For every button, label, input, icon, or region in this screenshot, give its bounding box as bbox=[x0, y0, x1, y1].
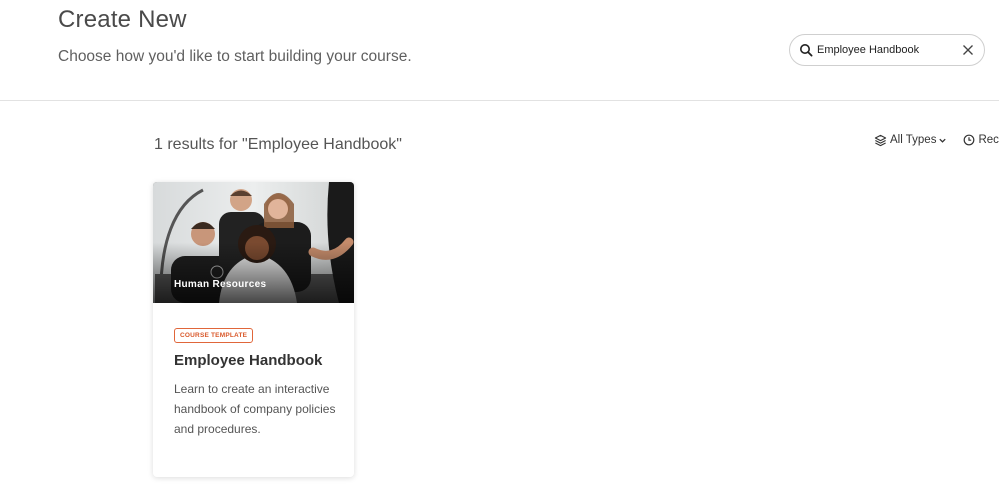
layers-icon bbox=[874, 134, 887, 146]
sort-filter-label: Rece bbox=[978, 134, 999, 146]
card-title: Employee Handbook bbox=[174, 352, 323, 369]
search-box[interactable] bbox=[789, 34, 985, 66]
search-icon bbox=[800, 44, 813, 57]
results-summary: 1 results for "Employee Handbook" bbox=[154, 136, 402, 153]
page-header: Create New Choose how you'd like to star… bbox=[0, 0, 999, 101]
close-icon[interactable] bbox=[962, 44, 974, 56]
card-description: Learn to create an interactive handbook … bbox=[174, 382, 336, 436]
clock-icon bbox=[964, 134, 975, 146]
card-thumbnail: Human Resources bbox=[153, 182, 354, 303]
type-filter-label: All Types bbox=[890, 134, 937, 146]
filter-bar: All Types Rece bbox=[874, 132, 999, 148]
create-new-page: Create New Choose how you'd like to star… bbox=[0, 0, 999, 503]
course-template-card[interactable]: Human Resources COURSE TEMPLATE Employee… bbox=[153, 182, 354, 477]
page-title: Create New bbox=[58, 6, 187, 33]
card-category-label: Human Resources bbox=[174, 279, 267, 290]
sort-filter-dropdown[interactable]: Rece bbox=[963, 134, 999, 146]
type-filter-dropdown[interactable]: All Types bbox=[874, 134, 947, 147]
search-input[interactable] bbox=[817, 41, 957, 59]
chevron-down-icon bbox=[939, 138, 947, 143]
page-subtitle: Choose how you'd like to start building … bbox=[58, 48, 412, 65]
course-template-badge: COURSE TEMPLATE bbox=[174, 328, 254, 343]
